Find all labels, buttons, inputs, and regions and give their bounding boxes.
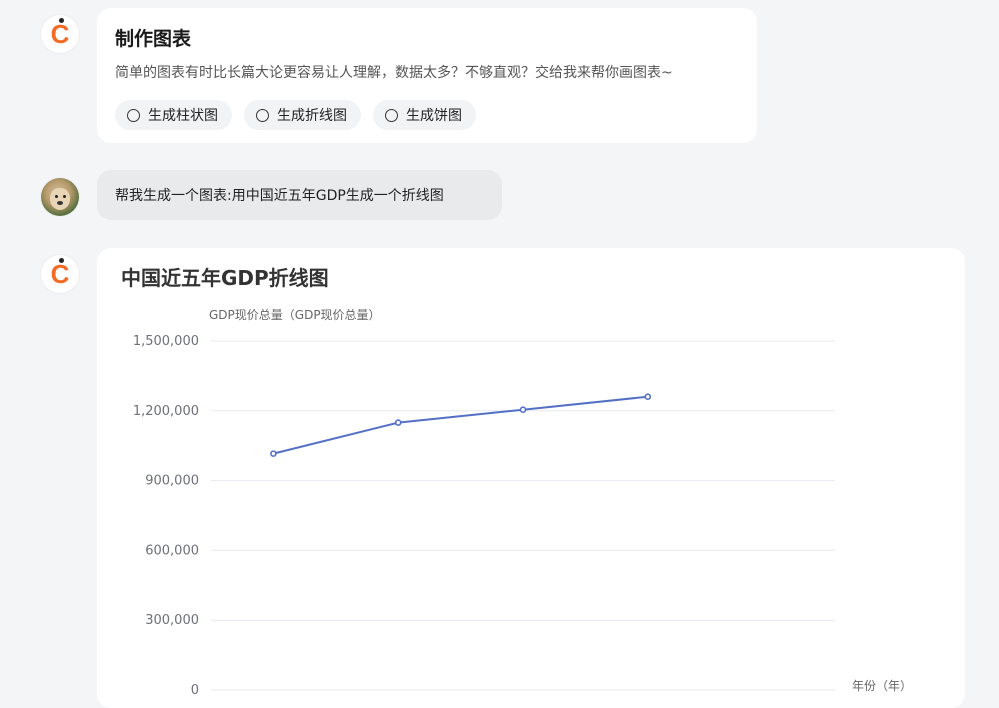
chip-bar-chart[interactable]: 生成柱状图 <box>115 100 232 130</box>
series-line <box>273 395 648 455</box>
data-point[interactable] <box>270 450 277 457</box>
user-message-text: 帮我生成一个图表:用中国近五年GDP生成一个折线图 <box>115 188 444 204</box>
chart-type-chips: 生成柱状图 生成折线图 生成饼图 <box>115 100 476 130</box>
data-point[interactable] <box>519 406 527 414</box>
x-axis-label: 年份（年） <box>852 679 912 693</box>
chart-card: 中国近五年GDP折线图 GDP现价总量（GDP现价总量） 年份（年） 0 300,… <box>97 248 965 708</box>
y-tick-label: 1,200,000 <box>133 404 199 419</box>
user-avatar <box>41 178 79 216</box>
y-tick-label: 0 <box>191 683 199 698</box>
y-tick-label: 900,000 <box>145 474 199 489</box>
user-message-bubble: 帮我生成一个图表:用中国近五年GDP生成一个折线图 <box>97 170 502 220</box>
circle-icon <box>385 108 398 122</box>
intro-card: 制作图表 简单的图表有时比长篇大论更容易让人理解，数据太多？不够直观？交给我来帮… <box>97 8 757 143</box>
data-point[interactable] <box>644 393 652 401</box>
chip-label: 生成柱状图 <box>148 108 218 124</box>
chip-line-chart[interactable]: 生成折线图 <box>244 100 361 130</box>
intro-title: 制作图表 <box>115 28 192 50</box>
chip-pie-chart[interactable]: 生成饼图 <box>373 100 476 130</box>
line-chart: GDP现价总量（GDP现价总量） 年份（年） 0 300,000 600,000 90… <box>133 308 912 698</box>
assistant-avatar: C <box>41 15 79 53</box>
chip-label: 生成饼图 <box>406 108 462 124</box>
chip-label: 生成折线图 <box>277 108 347 124</box>
y-tick-label: 1,500,000 <box>133 334 199 349</box>
y-axis-label: GDP现价总量（GDP现价总量） <box>209 308 381 322</box>
brand-logo-icon: C <box>50 18 70 49</box>
circle-icon <box>127 108 140 122</box>
brand-logo-icon: C <box>50 258 70 289</box>
dog-avatar-icon <box>50 188 70 210</box>
y-tick-label: 300,000 <box>145 613 199 628</box>
circle-icon <box>256 108 269 122</box>
intro-description: 简单的图表有时比长篇大论更容易让人理解，数据太多？不够直观？交给我来帮你画图表~ <box>115 65 673 81</box>
assistant-avatar: C <box>41 255 79 293</box>
y-tick-label: 600,000 <box>145 543 199 558</box>
data-point[interactable] <box>394 419 402 426</box>
